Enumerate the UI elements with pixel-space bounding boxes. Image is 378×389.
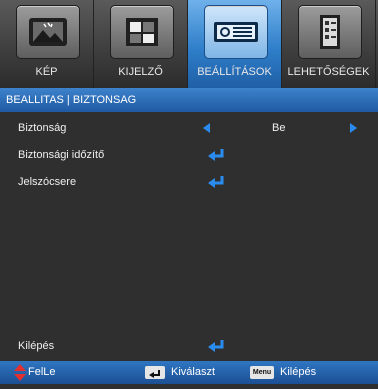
tab-settings[interactable]: BEÁLLÍTÁSOK bbox=[188, 0, 282, 88]
footer-hint-bar: FelLe Kiválaszt Menu Kilépés bbox=[0, 361, 378, 384]
menu-item-password-change[interactable]: Jelszócsere bbox=[0, 171, 378, 193]
security-timer-label: Biztonsági időzítő bbox=[18, 149, 105, 161]
breadcrumb: BEALLITAS | BIZTONSAG bbox=[0, 88, 378, 112]
hint-select-label: Kiválaszt bbox=[171, 366, 216, 378]
security-value: Be bbox=[272, 122, 286, 134]
enter-icon[interactable] bbox=[208, 149, 226, 161]
exit-label: Kilépés bbox=[18, 340, 55, 352]
options-icon bbox=[298, 5, 362, 59]
enter-icon[interactable] bbox=[208, 176, 226, 188]
enter-icon[interactable] bbox=[208, 340, 226, 352]
menu-item-security[interactable]: Biztonság Be bbox=[0, 117, 378, 139]
tab-picture-label: KÉP bbox=[35, 66, 58, 78]
security-label: Biztonság bbox=[18, 122, 67, 134]
tab-display-label: KIJELZŐ bbox=[118, 66, 163, 78]
password-change-label: Jelszócsere bbox=[18, 176, 77, 188]
tab-display[interactable]: KIJELZŐ bbox=[94, 0, 188, 88]
main-menu-tabs: KÉP KIJELZŐ BEÁLLÍTÁSOK LEHETŐSÉGEK bbox=[0, 0, 378, 88]
tab-options[interactable]: LEHETŐSÉGEK bbox=[282, 0, 376, 88]
menu-item-security-timer[interactable]: Biztonsági időzítő bbox=[0, 144, 378, 166]
menu-key-icon: Menu bbox=[250, 366, 274, 379]
display-icon bbox=[110, 5, 174, 59]
arrow-left-icon[interactable] bbox=[203, 123, 210, 133]
menu-item-exit[interactable]: Kilépés bbox=[0, 335, 378, 357]
hint-updown-label: FelLe bbox=[28, 366, 56, 378]
picture-icon bbox=[16, 5, 80, 59]
tab-picture[interactable]: KÉP bbox=[0, 0, 94, 88]
updown-icon bbox=[14, 364, 26, 381]
hint-exit-label: Kilépés bbox=[280, 366, 317, 378]
projector-icon bbox=[204, 5, 268, 59]
arrow-right-icon[interactable] bbox=[350, 123, 357, 133]
tab-options-label: LEHETŐSÉGEK bbox=[287, 66, 370, 78]
enter-key-icon bbox=[145, 366, 165, 379]
tab-settings-label: BEÁLLÍTÁSOK bbox=[197, 66, 272, 78]
